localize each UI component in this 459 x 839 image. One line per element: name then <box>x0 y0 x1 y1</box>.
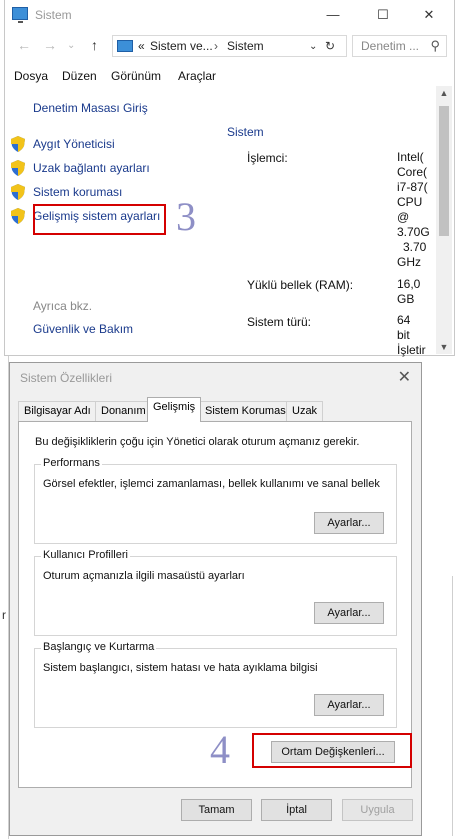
group-title: Performans <box>41 457 102 469</box>
shield-icon <box>11 160 25 176</box>
processor-label: İşlemci: <box>247 151 288 165</box>
menu-view[interactable]: Görünüm <box>111 69 161 83</box>
menu-edit[interactable]: Düzen <box>62 69 97 83</box>
system-type-value: 64 bit İşletir <box>397 313 431 358</box>
up-arrow-icon[interactable]: ↑ <box>91 37 98 53</box>
group-description: Görsel efektler, işlemci zamanlaması, be… <box>43 478 380 490</box>
processor-line: GHz <box>397 255 421 269</box>
performance-group: Performans Görsel efektler, işlemci zama… <box>34 457 397 544</box>
processor-line: Core( <box>397 165 428 179</box>
advanced-tab-panel: Bu değişikliklerin çoğu için Yönetici ol… <box>18 421 412 788</box>
breadcrumb-separator-icon[interactable]: › <box>214 39 218 53</box>
desktop-edge-right <box>422 356 459 839</box>
menu-tools[interactable]: Araçlar <box>178 69 216 83</box>
tab-hardware[interactable]: Donanım <box>95 401 152 421</box>
vertical-scrollbar[interactable]: ▲ ▼ <box>436 86 452 354</box>
system-properties-dialog: Sistem Özellikleri ✕ Bilgisayar Adı Dona… <box>9 362 422 836</box>
computer-icon <box>12 7 28 23</box>
shield-icon <box>11 136 25 152</box>
tab-computer-name[interactable]: Bilgisayar Adı <box>18 401 97 421</box>
processor-value: Intel( Core( i7-87( CPU @ 3.70G 3.70 GHz <box>397 150 431 270</box>
ram-line: GB <box>397 292 415 306</box>
ok-button[interactable]: Tamam <box>181 799 252 821</box>
search-input[interactable]: Denetim ... ⚲ <box>352 35 447 57</box>
admin-notice: Bu değişikliklerin çoğu için Yönetici ol… <box>35 436 360 448</box>
see-also-label: Ayrıca bkz. <box>33 299 93 313</box>
close-icon[interactable]: ✕ <box>398 367 411 387</box>
processor-line: 3.70G <box>397 225 430 239</box>
system-type-label: Sistem türü: <box>247 315 312 329</box>
security-maintenance-link[interactable]: Güvenlik ve Bakım <box>33 322 133 336</box>
ram-value: 16,0 GB <box>397 277 431 307</box>
breadcrumb-system[interactable]: Sistem <box>227 39 264 53</box>
tab-advanced[interactable]: Gelişmiş <box>147 397 202 422</box>
remote-settings-link[interactable]: Uzak bağlantı ayarları <box>33 161 150 175</box>
refresh-icon[interactable]: ↻ <box>325 39 335 53</box>
back-arrow-icon[interactable]: ← <box>17 37 31 53</box>
divider <box>452 576 453 836</box>
scroll-down-icon[interactable]: ▼ <box>436 342 452 352</box>
tab-system-protection[interactable]: Sistem Koruması <box>199 401 295 421</box>
address-bar[interactable]: « Sistem ve... › Sistem ⌄ ↻ <box>112 35 347 57</box>
breadcrumb-system-security[interactable]: Sistem ve... <box>150 39 213 53</box>
forward-arrow-icon[interactable]: → <box>43 37 57 53</box>
user-profiles-settings-button[interactable]: Ayarlar... <box>314 602 384 624</box>
scroll-up-icon[interactable]: ▲ <box>436 88 452 98</box>
computer-icon <box>117 40 133 52</box>
breadcrumb-overflow[interactable]: « <box>138 39 145 53</box>
control-panel-home-link[interactable]: Denetim Masası Giriş <box>33 101 148 115</box>
tab-remote[interactable]: Uzak <box>286 401 324 421</box>
cancel-button[interactable]: İptal <box>261 799 332 821</box>
address-dropdown-icon[interactable]: ⌄ <box>309 41 317 52</box>
system-section-title: Sistem <box>227 125 264 139</box>
dialog-title: Sistem Özellikleri <box>20 371 113 385</box>
group-description: Oturum açmanızla ilgili masaüstü ayarlar… <box>43 570 245 582</box>
system-window: Sistem — ☐ ✕ ← → ⌄ ↑ « Sistem ve... › Si… <box>4 0 455 358</box>
performance-settings-button[interactable]: Ayarlar... <box>314 512 384 534</box>
processor-line: Intel( <box>397 150 424 164</box>
system-type-line: 64 <box>397 313 411 327</box>
startup-recovery-group: Başlangıç ve Kurtarma Sistem başlangıcı,… <box>34 641 397 728</box>
menu-file[interactable]: Dosya <box>14 69 48 83</box>
group-title: Kullanıcı Profilleri <box>41 549 130 561</box>
background-text: r <box>2 608 6 622</box>
menu-bar: Dosya Düzen Görünüm Araçlar <box>5 66 454 86</box>
shield-icon <box>11 184 25 200</box>
system-protection-link[interactable]: Sistem koruması <box>33 185 122 199</box>
minimize-button[interactable]: — <box>313 3 353 27</box>
ram-label: Yüklü bellek (RAM): <box>247 278 354 292</box>
highlight-box-step4 <box>252 733 412 768</box>
step-number-3: 3 <box>176 194 196 239</box>
group-title: Başlangıç ve Kurtarma <box>41 641 157 653</box>
highlight-box-step3 <box>33 204 166 235</box>
step-number-4: 4 <box>210 727 230 772</box>
processor-line: @ <box>397 210 410 224</box>
device-manager-link[interactable]: Aygıt Yöneticisi <box>33 137 115 151</box>
maximize-button[interactable]: ☐ <box>363 3 403 27</box>
apply-button[interactable]: Uygula <box>342 799 413 821</box>
ram-line: 16,0 <box>397 277 421 291</box>
recent-locations-icon[interactable]: ⌄ <box>67 40 75 51</box>
processor-line: CPU <box>397 195 423 209</box>
system-type-line: bit <box>397 328 410 342</box>
title-bar: Sistem — ☐ ✕ <box>5 0 454 30</box>
processor-line: i7-87( <box>397 180 428 194</box>
scrollbar-thumb[interactable] <box>439 106 449 236</box>
group-description: Sistem başlangıcı, sistem hatası ve hata… <box>43 662 318 674</box>
user-profiles-group: Kullanıcı Profilleri Oturum açmanızla il… <box>34 549 397 636</box>
processor-line: 3.70 <box>403 240 427 254</box>
window-title: Sistem <box>35 8 72 22</box>
search-placeholder: Denetim ... <box>361 39 420 53</box>
close-button[interactable]: ✕ <box>409 3 449 27</box>
navigation-bar: ← → ⌄ ↑ « Sistem ve... › Sistem ⌄ ↻ Dene… <box>5 32 454 62</box>
search-icon[interactable]: ⚲ <box>430 38 440 54</box>
desktop-edge-left: r <box>0 356 9 839</box>
shield-icon <box>11 208 25 224</box>
startup-recovery-settings-button[interactable]: Ayarlar... <box>314 694 384 716</box>
